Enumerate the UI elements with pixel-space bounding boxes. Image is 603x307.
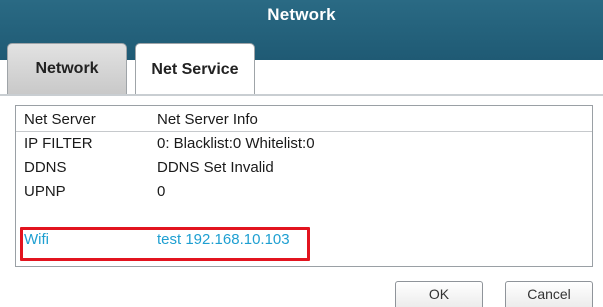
- column-header-net-server-info: Net Server Info: [157, 111, 258, 128]
- tab-divider: [0, 94, 603, 96]
- list-row-ip-filter[interactable]: IP FILTER 0: Blacklist:0 Whitelist:0: [16, 132, 592, 156]
- row-server-info: DDNS Set Invalid: [157, 159, 274, 176]
- list-header-row: Net Server Net Server Info: [16, 108, 592, 132]
- row-server-name: DDNS: [24, 159, 67, 176]
- column-header-net-server: Net Server: [24, 111, 96, 128]
- tab-network-label: Network: [35, 60, 99, 77]
- tab-net-service[interactable]: Net Service: [135, 43, 255, 96]
- list-row-ddns[interactable]: DDNS DDNS Set Invalid: [16, 156, 592, 180]
- tab-net-service-label: Net Service: [151, 61, 239, 78]
- cancel-button[interactable]: Cancel: [505, 281, 593, 307]
- tab-network[interactable]: Network: [7, 43, 127, 95]
- row-server-info: 0: [157, 183, 166, 200]
- list-row-upnp[interactable]: UPNP 0: [16, 180, 592, 204]
- wifi-highlight-box: [20, 227, 310, 261]
- row-server-name: UPNP: [24, 183, 66, 200]
- row-server-name: IP FILTER: [24, 135, 93, 152]
- ok-button[interactable]: OK: [395, 281, 483, 307]
- window-title: Network: [267, 5, 336, 24]
- row-server-info: 0: Blacklist:0 Whitelist:0: [157, 135, 315, 152]
